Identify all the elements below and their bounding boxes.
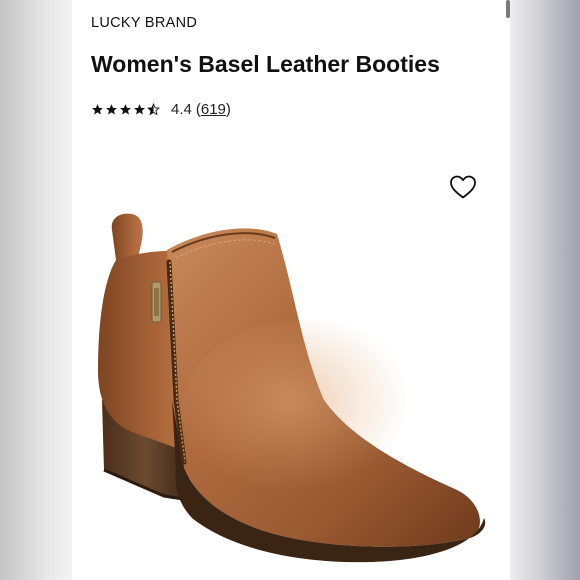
review-count-link[interactable]: 619 (201, 101, 226, 118)
right-blur-edge (510, 0, 580, 580)
product-title: Women's Basel Leather Booties (91, 51, 440, 77)
star-full-icon (92, 104, 103, 115)
product-image[interactable] (72, 200, 510, 580)
heart-icon[interactable] (449, 174, 477, 200)
screenshot-frame: LUCKY BRAND Women's Basel Leather Bootie… (0, 0, 580, 580)
rating-value: 4.4 (171, 101, 192, 118)
brand-name[interactable]: LUCKY BRAND (91, 15, 197, 31)
star-full-icon (106, 104, 117, 115)
scroll-indicator[interactable] (506, 0, 510, 18)
star-full-icon (120, 104, 131, 115)
boot-pull-tab (111, 213, 143, 260)
left-blur-edge (0, 0, 70, 580)
star-rating (91, 103, 160, 116)
rating-row[interactable]: 4.4 (619) (91, 101, 231, 118)
star-full-icon (134, 104, 145, 115)
product-card: LUCKY BRAND Women's Basel Leather Bootie… (72, 0, 510, 580)
zipper-pull (151, 281, 162, 323)
review-close-paren: ) (225, 101, 231, 118)
star-half-icon (147, 103, 160, 116)
